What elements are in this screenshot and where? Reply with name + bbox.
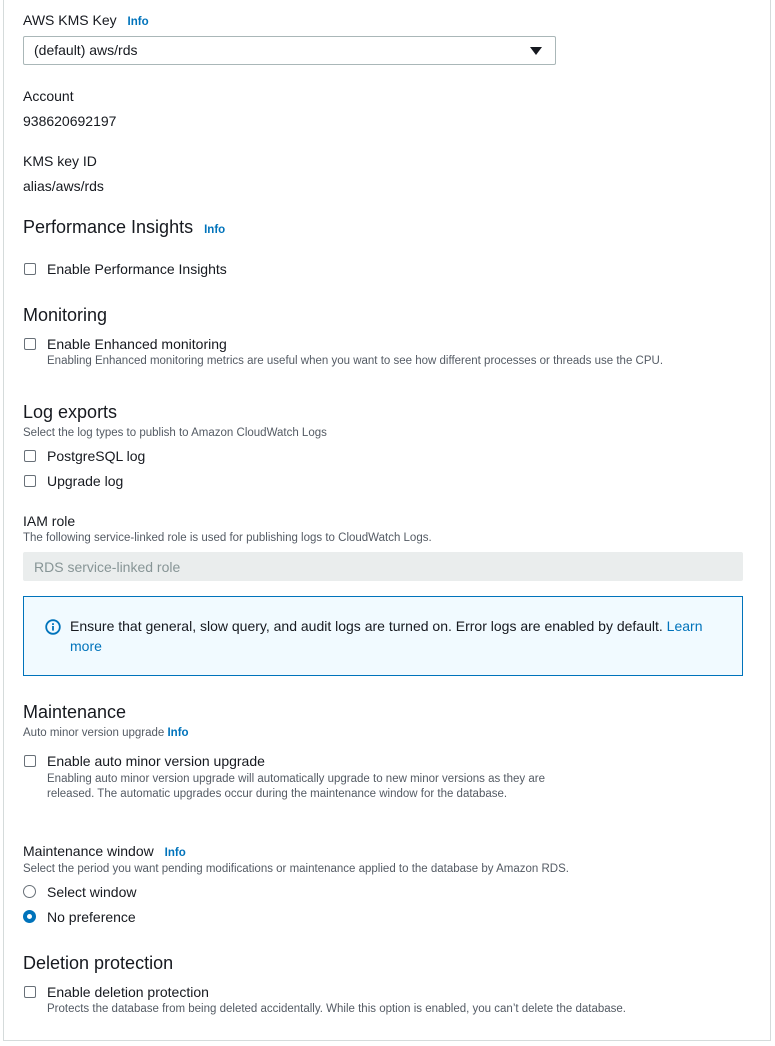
performance-info-link[interactable]: Info — [204, 224, 225, 236]
upgrade-log-checkbox[interactable] — [24, 475, 36, 487]
iam-role-label: IAM role — [23, 513, 76, 529]
enhanced-monitoring-checkbox-label: Enable Enhanced monitoring — [47, 336, 227, 352]
performance-insights-checkbox-label: Enable Performance Insights — [47, 261, 227, 277]
log-info-alert: Ensure that general, slow query, and aud… — [23, 596, 743, 676]
kms-key-select[interactable]: (default) aws/rds — [23, 36, 556, 65]
caret-down-icon — [530, 47, 542, 55]
maintenance-window-label: Maintenance window Info — [23, 843, 186, 859]
auto-minor-version-checkbox[interactable] — [24, 755, 36, 767]
deletion-protection-checkbox-label: Enable deletion protection — [47, 984, 209, 1000]
kms-key-label: AWS KMS Key Info — [23, 12, 149, 28]
maintenance-heading: Maintenance — [23, 702, 127, 722]
kms-key-id-value: alias/aws/rds — [23, 178, 104, 194]
no-preference-label: No preference — [47, 909, 136, 925]
account-label: Account — [23, 88, 74, 104]
auto-minor-version-label: Auto minor version upgrade Info — [23, 727, 189, 739]
upgrade-log-label: Upgrade log — [47, 473, 124, 489]
deletion-protection-checkbox[interactable] — [24, 986, 36, 998]
alert-message: Ensure that general, slow query, and aud… — [70, 618, 703, 654]
iam-role-value: RDS service-linked role — [34, 559, 181, 575]
postgresql-log-checkbox[interactable] — [24, 450, 36, 462]
monitoring-heading: Monitoring — [23, 305, 108, 325]
iam-role-description: The following service-linked role is use… — [23, 532, 432, 544]
enhanced-monitoring-description: Enabling Enhanced monitoring metrics are… — [47, 355, 664, 367]
auto-minor-version-info-link[interactable]: Info — [167, 727, 188, 739]
performance-insights-heading: Performance Insights Info — [23, 217, 226, 237]
info-circle-icon — [45, 619, 61, 635]
log-exports-heading: Log exports — [23, 402, 118, 422]
auto-minor-version-description: Enabling auto minor version upgrade will… — [47, 773, 545, 800]
deletion-protection-heading: Deletion protection — [23, 953, 174, 973]
kms-key-id-label: KMS key ID — [23, 153, 97, 169]
postgresql-log-label: PostgreSQL log — [47, 448, 146, 464]
account-value: 938620692197 — [23, 113, 117, 129]
maintenance-window-description: Select the period you want pending modif… — [23, 863, 569, 875]
select-window-label: Select window — [47, 884, 137, 900]
iam-role-field: RDS service-linked role — [23, 552, 743, 581]
performance-insights-checkbox[interactable] — [24, 263, 36, 275]
enhanced-monitoring-checkbox[interactable] — [24, 338, 36, 350]
deletion-protection-description: Protects the database from being deleted… — [47, 1003, 626, 1015]
kms-key-selected-value: (default) aws/rds — [34, 42, 138, 58]
auto-minor-version-checkbox-label: Enable auto minor version upgrade — [47, 753, 265, 769]
no-preference-radio[interactable] — [23, 910, 36, 923]
kms-info-link[interactable]: Info — [128, 16, 149, 28]
log-exports-description: Select the log types to publish to Amazo… — [23, 427, 327, 439]
maintenance-window-info-link[interactable]: Info — [165, 847, 186, 859]
select-window-radio[interactable] — [23, 885, 36, 898]
